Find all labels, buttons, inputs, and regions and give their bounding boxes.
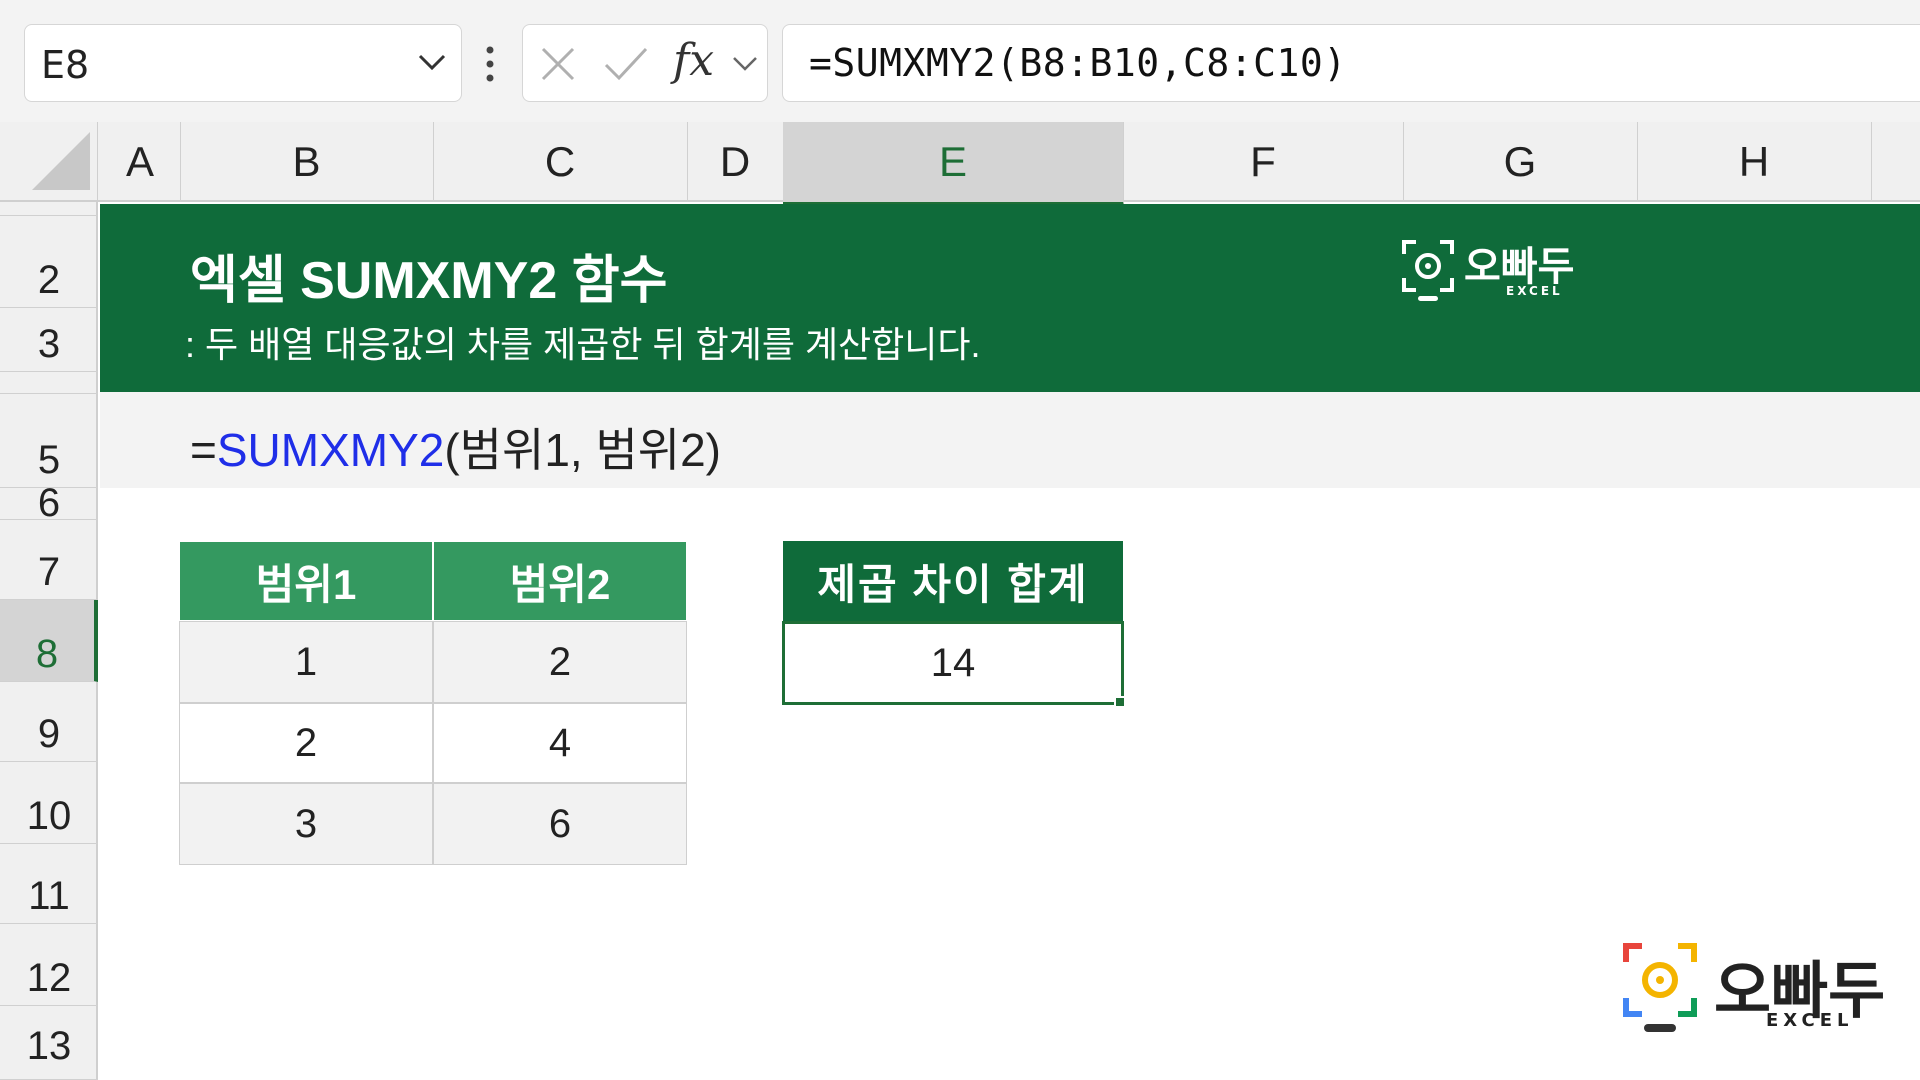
row-header-4[interactable] <box>0 372 98 394</box>
row-header-8[interactable]: 8 <box>0 600 98 682</box>
camera-logo-icon <box>1623 943 1697 1032</box>
table-cell-c8[interactable]: 2 <box>433 621 687 703</box>
chevron-down-icon[interactable] <box>415 49 449 75</box>
result-header[interactable]: 제곱 차이 합계 <box>783 541 1123 621</box>
chevron-down-icon[interactable] <box>731 53 759 75</box>
select-all-triangle-icon <box>32 132 90 190</box>
function-syntax: =SUMXMY2(범위1, 범위2) <box>190 414 721 480</box>
corner-logo-sub: EXCEL <box>1766 1010 1854 1031</box>
row-header-13[interactable]: 13 <box>0 1006 98 1080</box>
column-header-e[interactable]: E <box>783 122 1124 206</box>
column-headers: A B C D E F G H <box>0 122 1920 206</box>
syntax-prefix: = <box>190 424 217 476</box>
formula-text: =SUMXMY2(B8:B10,C8:C10) <box>809 41 1347 85</box>
fill-handle[interactable] <box>1114 696 1126 708</box>
row-header-10[interactable]: 10 <box>0 762 98 844</box>
table-header-range2[interactable]: 범위2 <box>433 541 687 621</box>
row-header-5[interactable]: 5 <box>0 394 98 488</box>
cancel-icon[interactable] <box>539 45 577 83</box>
camera-logo-icon <box>1402 240 1454 301</box>
column-header-b[interactable]: B <box>180 122 434 202</box>
corner-logo: 오빠두 EXCEL <box>1618 940 1898 1040</box>
row-header-3[interactable]: 3 <box>0 308 98 372</box>
row-header-12[interactable]: 12 <box>0 924 98 1006</box>
formula-controls: fx <box>522 24 768 102</box>
banner-logo-sub: EXCEL <box>1506 284 1563 298</box>
page-subtitle: : 두 배열 대응값의 차를 제곱한 뒤 합계를 계산합니다. <box>185 324 981 365</box>
name-box[interactable]: E8 <box>24 24 462 102</box>
column-header-h[interactable]: H <box>1637 122 1872 202</box>
table-cell-b8[interactable]: 1 <box>179 621 433 703</box>
table-cell-c9[interactable]: 4 <box>433 703 687 783</box>
page-title: 엑셀 SUMXMY2 함수 <box>190 252 668 310</box>
more-options-icon[interactable] <box>482 44 498 84</box>
syntax-row: =SUMXMY2(범위1, 범위2) <box>100 392 1920 488</box>
column-header-f[interactable]: F <box>1123 122 1404 202</box>
table-cell-b10[interactable]: 3 <box>179 783 433 865</box>
table-cell-b9[interactable]: 2 <box>179 703 433 783</box>
formula-input[interactable]: =SUMXMY2(B8:B10,C8:C10) <box>782 24 1920 102</box>
table-header-range1[interactable]: 범위1 <box>179 541 433 621</box>
check-icon[interactable] <box>603 45 649 83</box>
name-box-value: E8 <box>41 43 90 87</box>
syntax-args: (범위1, 범위2) <box>444 424 722 476</box>
result-cell-e8[interactable]: 14 <box>782 621 1124 705</box>
row-header-7[interactable]: 7 <box>0 520 98 600</box>
row-header-2[interactable]: 2 <box>0 216 98 308</box>
row-headers: 2 3 5 6 7 8 9 10 11 12 13 <box>0 202 98 1080</box>
row-header-11[interactable]: 11 <box>0 844 98 924</box>
banner-logo: 오빠두 EXCEL <box>1400 232 1600 304</box>
column-header-c[interactable]: C <box>433 122 688 202</box>
title-banner: 엑셀 SUMXMY2 함수 : 두 배열 대응값의 차를 제곱한 뒤 합계를 계… <box>100 204 1920 392</box>
table-cell-c10[interactable]: 6 <box>433 783 687 865</box>
syntax-function-name: SUMXMY2 <box>216 424 445 476</box>
column-header-d[interactable]: D <box>687 122 784 202</box>
row-header-9[interactable]: 9 <box>0 682 98 762</box>
column-header-a[interactable]: A <box>100 122 181 202</box>
row-header-1-partial <box>0 202 98 216</box>
row-header-6[interactable]: 6 <box>0 481 98 525</box>
column-header-g[interactable]: G <box>1403 122 1638 202</box>
select-all-button[interactable] <box>0 122 98 202</box>
insert-function-icon[interactable]: fx <box>673 35 714 86</box>
